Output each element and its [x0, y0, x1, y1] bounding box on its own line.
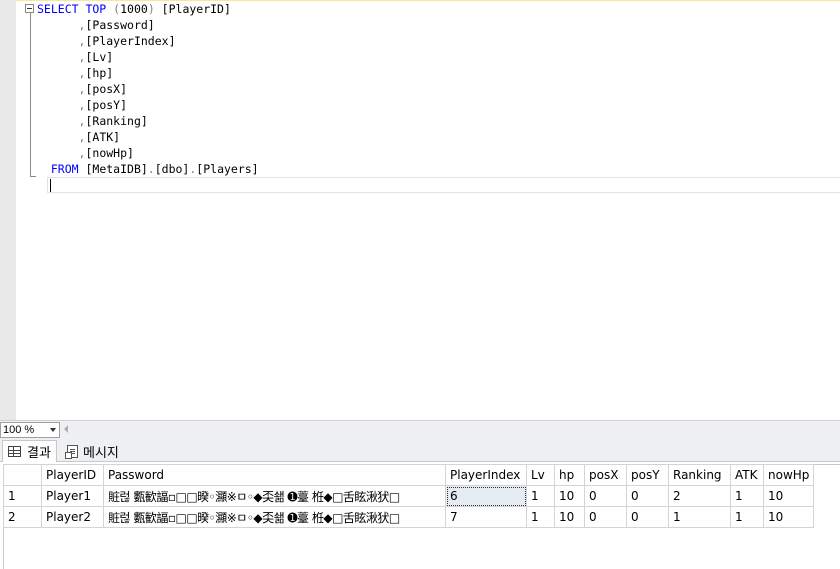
- editor-status-bar: 100 %: [0, 420, 840, 438]
- sql-token: [dbo]: [154, 162, 190, 176]
- sql-token: [posX]: [85, 82, 128, 96]
- column-header-ranking[interactable]: Ranking: [668, 464, 731, 486]
- sql-token: [nowHp]: [85, 146, 134, 160]
- grid-icon: [8, 446, 21, 457]
- grid-cell[interactable]: 0: [626, 485, 669, 507]
- sql-token: 1000: [120, 2, 148, 16]
- grid-cell[interactable]: 10: [762, 506, 815, 528]
- current-line-highlight: [47, 177, 840, 193]
- tab-results-label: 결과: [27, 445, 51, 460]
- sql-token: [Password]: [85, 18, 155, 32]
- scroll-left-icon[interactable]: [64, 425, 68, 433]
- column-header-nowhp[interactable]: nowHp: [762, 464, 815, 486]
- sql-token: [ATK]: [85, 130, 121, 144]
- grid-cell[interactable]: 賍럲 甊歓諨▫□□暌◦灦※ㅁ◦◆奀쇎 ➊薹 栣◆□舌眩湫犾□: [103, 506, 446, 528]
- column-header-atk[interactable]: ATK: [730, 464, 764, 486]
- grid-cell[interactable]: Player2: [41, 506, 104, 528]
- grid-cell[interactable]: 0: [584, 506, 627, 528]
- message-icon: [65, 444, 78, 459]
- sql-token: [PlayerID]: [154, 2, 231, 16]
- code-line[interactable]: ,[ATK]: [37, 129, 121, 145]
- code-line[interactable]: ,[Password]: [37, 17, 155, 33]
- selected-grid-cell[interactable]: 6: [445, 485, 527, 507]
- editor-gutter: [0, 0, 16, 420]
- collapse-icon[interactable]: [25, 4, 34, 13]
- sql-token: ): [147, 2, 155, 16]
- grid-cell[interactable]: 賍럲 甊歓諨▫□□暌◦灦※ㅁ◦◆奀쇎 ➊薹 栣◆□舌眩湫犾□: [103, 485, 446, 507]
- table-row[interactable]: 1 Player1 賍럲 甊歓諨▫□□暌◦灦※ㅁ◦◆奀쇎 ➊薹 栣◆□舌眩湫犾□…: [3, 485, 815, 507]
- tab-messages[interactable]: 메시지: [62, 440, 124, 462]
- zoom-value: 100 %: [3, 424, 35, 436]
- code-line[interactable]: ,[Ranking]: [37, 113, 148, 129]
- grid-cell[interactable]: 1: [730, 485, 764, 507]
- tab-results[interactable]: 결과: [2, 440, 57, 462]
- results-tab-bar: 결과 메시지: [0, 438, 840, 462]
- grid-cell[interactable]: 7: [445, 506, 527, 528]
- column-header-hp[interactable]: hp: [554, 464, 585, 486]
- code-line[interactable]: ,[Lv]: [37, 49, 114, 65]
- zoom-dropdown[interactable]: 100 %: [0, 422, 60, 438]
- sql-token: .: [147, 162, 155, 176]
- sql-token: [hp]: [85, 66, 114, 80]
- code-line[interactable]: ,[nowHp]: [37, 145, 134, 161]
- grid-cell[interactable]: 1: [526, 485, 555, 507]
- column-header-playerid[interactable]: PlayerID: [41, 464, 104, 486]
- outline-line: [30, 13, 31, 177]
- sql-keyword: FROM: [50, 162, 86, 176]
- grid-cell[interactable]: 10: [762, 485, 815, 507]
- grid-cell[interactable]: 1: [526, 506, 555, 528]
- code-line[interactable]: ,[posY]: [37, 97, 127, 113]
- column-header-password[interactable]: Password: [103, 464, 446, 486]
- tab-messages-label: 메시지: [83, 444, 119, 460]
- query-editor[interactable]: SELECT TOP (1000) [PlayerID] ,[Password]…: [0, 0, 840, 420]
- grid-cell[interactable]: 0: [584, 485, 627, 507]
- table-row[interactable]: 2 Player2 賍럲 甊歓諨▫□□暌◦灦※ㅁ◦◆奀쇎 ➊薹 栣◆□舌眩湫犾□…: [3, 506, 815, 528]
- row-number-cell[interactable]: 2: [3, 506, 42, 528]
- code-line[interactable]: SELECT TOP (1000) [PlayerID]: [37, 1, 231, 17]
- column-header-posy[interactable]: posY: [626, 464, 669, 486]
- sql-token: [Players]: [196, 162, 259, 176]
- column-header-posx[interactable]: posX: [584, 464, 627, 486]
- results-pane: PlayerID Password PlayerIndex Lv hp posX…: [0, 462, 840, 569]
- grid-cell[interactable]: Player1: [41, 485, 104, 507]
- code-line[interactable]: ,[PlayerIndex]: [37, 33, 176, 49]
- results-grid: PlayerID Password PlayerIndex Lv hp posX…: [3, 464, 815, 528]
- grid-cell[interactable]: 0: [626, 506, 669, 528]
- sql-token: [Ranking]: [85, 114, 148, 128]
- code-line[interactable]: ,[hp]: [37, 65, 114, 81]
- column-header-lv[interactable]: Lv: [526, 464, 555, 486]
- chevron-down-icon[interactable]: [50, 428, 56, 432]
- sql-token: [MetaIDB]: [85, 162, 148, 176]
- code-line[interactable]: FROM [MetaIDB].[dbo].[Players]: [37, 161, 259, 177]
- sql-token: [PlayerIndex]: [85, 34, 176, 48]
- text-caret: [50, 179, 51, 192]
- grid-cell[interactable]: 10: [554, 506, 585, 528]
- sql-token: [posY]: [85, 98, 128, 112]
- code-line[interactable]: ,[posX]: [37, 81, 127, 97]
- column-header-playerindex[interactable]: PlayerIndex: [445, 464, 527, 486]
- column-header[interactable]: [3, 464, 42, 486]
- sql-token: [Lv]: [85, 50, 114, 64]
- grid-header-row: PlayerID Password PlayerIndex Lv hp posX…: [3, 464, 815, 486]
- grid-cell[interactable]: 10: [554, 485, 585, 507]
- row-number-cell[interactable]: 1: [3, 485, 42, 507]
- grid-cell[interactable]: 1: [668, 506, 731, 528]
- grid-cell[interactable]: 2: [668, 485, 731, 507]
- sql-keyword: SELECT TOP: [37, 2, 114, 16]
- grid-cell[interactable]: 1: [730, 506, 764, 528]
- outline-tick: [30, 176, 36, 177]
